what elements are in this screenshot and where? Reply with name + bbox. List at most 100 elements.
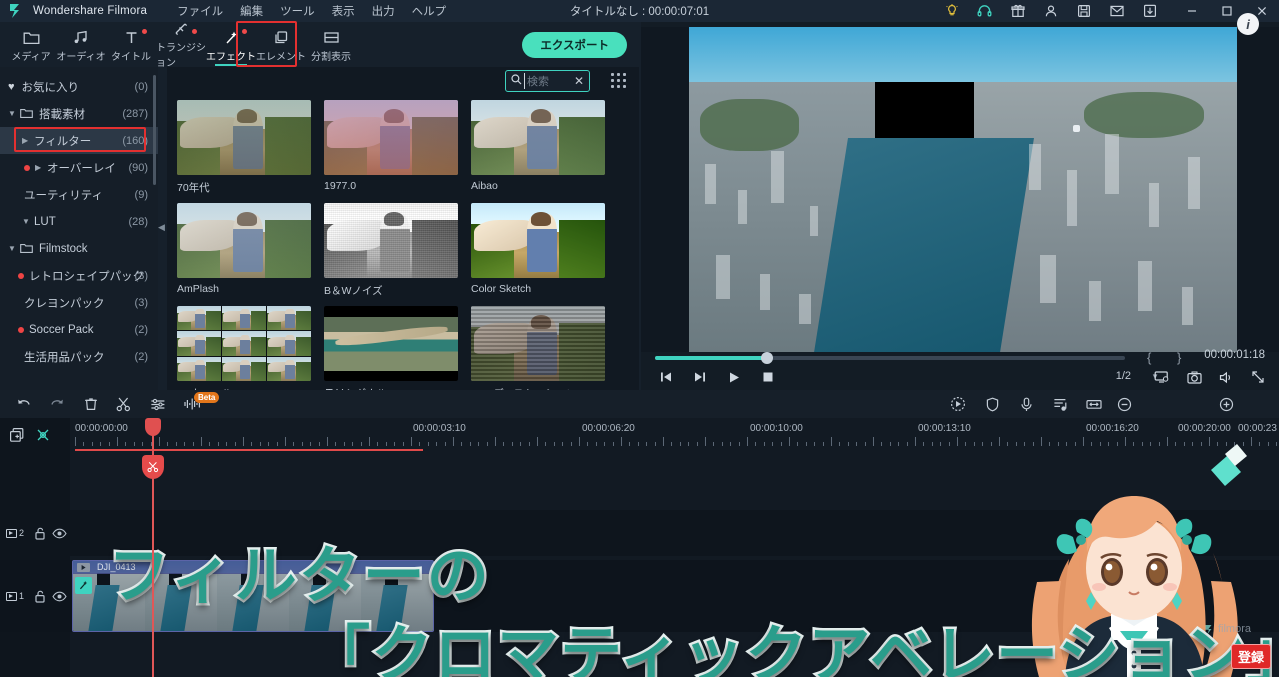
add-track-icon[interactable] bbox=[8, 426, 26, 444]
watermark-label: filmora bbox=[1217, 623, 1251, 635]
gift-icon[interactable] bbox=[1001, 0, 1034, 22]
search-placeholder: 検索 bbox=[524, 73, 549, 89]
track-number-label: 1 bbox=[19, 591, 25, 601]
sidebar-item-overlay[interactable]: ▶ オーバーレイ (90) bbox=[0, 154, 158, 181]
info-badge-icon[interactable]: i bbox=[1237, 13, 1259, 35]
tab-effects[interactable]: エフェクト bbox=[206, 23, 256, 67]
zoom-out-icon[interactable] bbox=[1112, 394, 1136, 414]
next-frame-button[interactable] bbox=[687, 366, 713, 388]
split-scissors-icon[interactable] bbox=[112, 394, 136, 414]
lightbulb-icon[interactable] bbox=[935, 0, 968, 22]
eye-icon[interactable] bbox=[50, 591, 70, 602]
effect-thumbnail bbox=[324, 100, 458, 175]
effect-card[interactable]: B＆Wノイズ bbox=[324, 203, 458, 298]
playhead-split-button[interactable] bbox=[142, 455, 164, 479]
tab-split-screen[interactable]: 分割表示 bbox=[306, 23, 356, 67]
save-icon[interactable] bbox=[1067, 0, 1100, 22]
tab-elements[interactable]: エレメント bbox=[256, 23, 306, 67]
account-icon[interactable] bbox=[1034, 0, 1067, 22]
redo-icon[interactable] bbox=[45, 394, 69, 414]
sidebar-item-daily-goods-pack[interactable]: 生活用品パック (2) bbox=[0, 343, 158, 370]
minimize-button[interactable] bbox=[1174, 0, 1209, 22]
tab-transition[interactable]: トランジション bbox=[156, 23, 206, 69]
effects-category-sidebar[interactable]: ♥ お気に入り (0) ▼ 搭載素材 (287) ▶ フィルター (160) ▶… bbox=[0, 67, 158, 390]
ruler-label: 00:00:16:20 bbox=[1086, 423, 1139, 434]
timeline-range-indicator bbox=[75, 449, 423, 451]
playhead-handle[interactable] bbox=[145, 418, 161, 436]
sidebar-item-filmstock[interactable]: ▼ Filmstock bbox=[0, 235, 158, 262]
fullscreen-icon[interactable] bbox=[1245, 366, 1271, 388]
render-preview-icon[interactable] bbox=[1148, 366, 1174, 388]
sidebar-item-favorites[interactable]: ♥ お気に入り (0) bbox=[0, 73, 158, 100]
effect-card[interactable]: ＴＶシグナル bbox=[324, 306, 458, 401]
preview-video[interactable] bbox=[689, 27, 1237, 352]
volume-icon[interactable] bbox=[1213, 366, 1239, 388]
tab-title[interactable]: タイトル bbox=[106, 23, 156, 67]
menu-edit[interactable]: 編集 bbox=[240, 3, 263, 19]
play-button[interactable] bbox=[721, 366, 747, 388]
stop-button[interactable] bbox=[755, 366, 781, 388]
sidebar-item-crayon-pack[interactable]: クレヨンパック (3) bbox=[0, 289, 158, 316]
menu-tools[interactable]: ツール bbox=[280, 3, 315, 19]
playhead[interactable] bbox=[142, 418, 164, 677]
menu-export[interactable]: 出力 bbox=[372, 3, 395, 19]
effect-card[interactable]: 1977.0 bbox=[324, 100, 458, 195]
track-number: 2 bbox=[6, 528, 24, 538]
title-bar: Wondershare Filmora ファイル 編集 ツール 表示 出力 ヘル… bbox=[0, 0, 1279, 22]
unlock-icon[interactable] bbox=[30, 527, 50, 540]
magic-wand-icon bbox=[223, 26, 240, 45]
fit-timeline-icon[interactable] bbox=[1082, 394, 1106, 414]
main-toolbar: メディア オーディオ タイトル トランジション エフェクト エレメント 分割表示… bbox=[0, 22, 639, 69]
keyframe-shield-icon[interactable] bbox=[980, 394, 1004, 414]
clip-effect-badge-icon[interactable] bbox=[75, 577, 92, 594]
menu-view[interactable]: 表示 bbox=[332, 3, 355, 19]
sidebar-item-builtin-assets[interactable]: ▼ 搭載素材 (287) bbox=[0, 100, 158, 127]
export-button[interactable]: エクスポート bbox=[522, 32, 627, 58]
effect-card[interactable]: AmPlash bbox=[177, 203, 311, 298]
effect-card[interactable]: TVウォール bbox=[177, 306, 311, 401]
tab-audio[interactable]: オーディオ bbox=[56, 23, 106, 67]
delete-icon[interactable] bbox=[79, 394, 103, 414]
timeline-ruler[interactable]: 00:00:00:00 00:00:03:10 00:00:06:20 00:0… bbox=[70, 418, 1279, 452]
adjust-sliders-icon[interactable] bbox=[146, 394, 170, 414]
zoom-ratio-value[interactable]: 1/2 bbox=[1116, 370, 1131, 382]
prev-frame-button[interactable] bbox=[653, 366, 679, 388]
download-icon[interactable] bbox=[1133, 0, 1166, 22]
menu-help[interactable]: ヘルプ bbox=[412, 3, 447, 19]
eye-icon[interactable] bbox=[50, 528, 70, 539]
tab-media[interactable]: メディア bbox=[6, 23, 56, 67]
sidebar-item-utility[interactable]: ユーティリティ (9) bbox=[0, 181, 158, 208]
current-timecode: 00:00:01:18 bbox=[1204, 349, 1265, 361]
playback-progress-bar[interactable] bbox=[655, 352, 1125, 364]
audio-mixer-icon[interactable] bbox=[1048, 394, 1072, 414]
sidebar-scrollbar[interactable] bbox=[153, 75, 156, 185]
snapshot-icon[interactable] bbox=[1181, 366, 1207, 388]
zoom-in-icon[interactable] bbox=[1214, 394, 1238, 414]
menu-file[interactable]: ファイル bbox=[177, 3, 223, 19]
search-input[interactable]: 検索 ✕ bbox=[505, 70, 590, 92]
subscribe-badge[interactable]: 登録 bbox=[1230, 644, 1271, 669]
effect-card[interactable]: 70年代 bbox=[177, 100, 311, 195]
timeline-track-2[interactable]: 2 bbox=[0, 510, 1279, 556]
effect-card[interactable]: VCRディストーション bbox=[471, 306, 605, 401]
sidebar-item-lut[interactable]: ▼ LUT (28) bbox=[0, 208, 158, 235]
video-clip[interactable]: DJI_0413 bbox=[72, 560, 434, 632]
sidebar-item-count: (0) bbox=[134, 80, 148, 93]
undo-icon[interactable] bbox=[12, 394, 36, 414]
effect-card[interactable]: Aibao bbox=[471, 100, 605, 195]
mail-icon[interactable] bbox=[1100, 0, 1133, 22]
sidebar-item-filter[interactable]: ▶ フィルター (160) bbox=[0, 127, 158, 154]
grid-view-icon[interactable] bbox=[611, 73, 627, 89]
unlock-icon[interactable] bbox=[30, 590, 50, 603]
color-match-icon[interactable] bbox=[946, 394, 970, 414]
sidebar-item-retro-shape-pack[interactable]: レトロシェイプパック (3) bbox=[0, 262, 158, 289]
panel-collapse-button[interactable]: ◀ bbox=[156, 215, 167, 239]
clear-search-icon[interactable]: ✕ bbox=[574, 74, 584, 88]
effect-card[interactable]: Color Sketch bbox=[471, 203, 605, 298]
timeline-track-1[interactable]: 1 DJI_0413 bbox=[0, 560, 1279, 632]
link-detach-icon[interactable] bbox=[34, 426, 52, 444]
record-voiceover-icon[interactable] bbox=[1014, 394, 1038, 414]
clip-play-icon[interactable] bbox=[77, 563, 90, 572]
headset-icon[interactable] bbox=[968, 0, 1001, 22]
sidebar-item-soccer-pack[interactable]: Soccer Pack (2) bbox=[0, 316, 158, 343]
